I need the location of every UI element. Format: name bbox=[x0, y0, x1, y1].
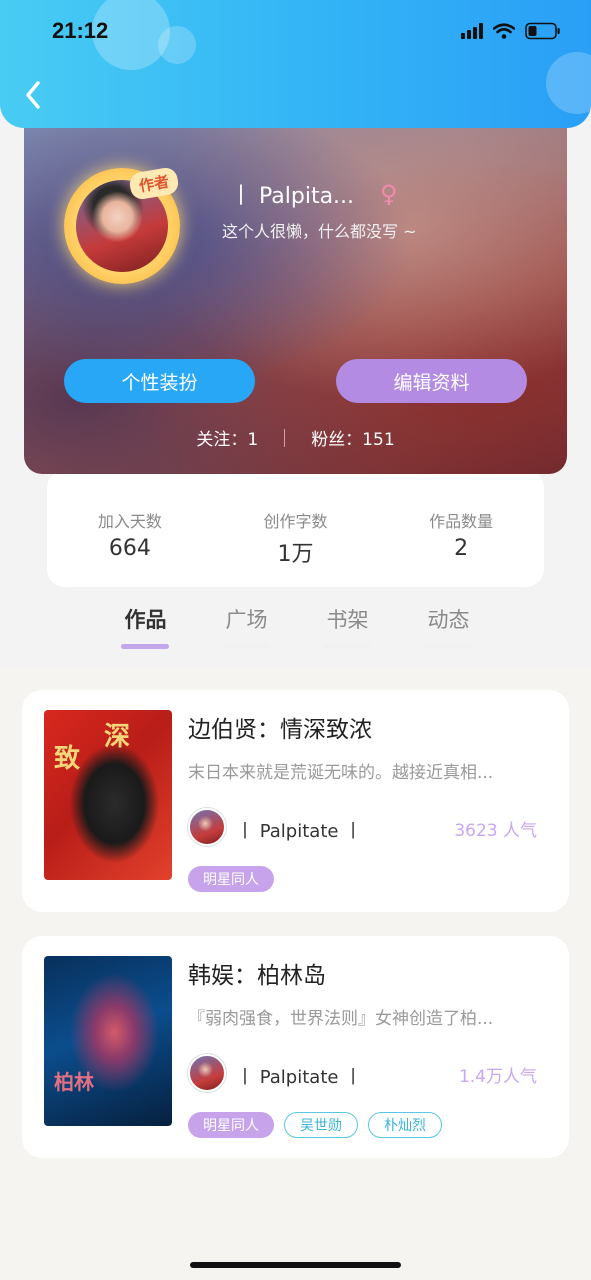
cellular-signal-icon bbox=[461, 23, 483, 39]
dress-up-button[interactable]: 个性装扮 bbox=[64, 359, 255, 403]
nickname: 丨 Palpita... ♀ bbox=[230, 178, 398, 210]
decorative-bubble bbox=[546, 52, 591, 114]
tag-character[interactable]: 吴世勋 bbox=[284, 1112, 358, 1138]
cover-art-decoration: 柏林 bbox=[54, 1070, 94, 1094]
popularity-count: 3623 人气 bbox=[454, 821, 537, 841]
stat-value: 1万 bbox=[277, 542, 314, 567]
tab-label: 作品 bbox=[124, 608, 167, 632]
author-avatar bbox=[188, 808, 226, 846]
work-card[interactable]: 柏林 韩娱：柏林岛 『弱肉强食，世界法则』女神创造了柏... 丨 Palpita… bbox=[22, 936, 569, 1158]
tab-works[interactable]: 作品 bbox=[95, 604, 196, 650]
following-count[interactable]: 关注：1 bbox=[196, 425, 258, 450]
cover-art-decoration: 深 bbox=[104, 722, 131, 752]
tab-indicator bbox=[222, 644, 270, 649]
tag-category[interactable]: 明星同人 bbox=[188, 866, 274, 892]
tab-activity[interactable]: 动态 bbox=[398, 604, 499, 650]
wifi-icon bbox=[493, 23, 515, 39]
stat-join-days: 加入天数 664 bbox=[47, 508, 213, 587]
work-title[interactable]: 边伯贤：情深致浓 bbox=[188, 710, 372, 744]
author-name: 丨 Palpitate 丨 bbox=[236, 821, 363, 842]
bio: 这个人很懒，什么都没写 ~ bbox=[222, 222, 417, 241]
tab-label: 书架 bbox=[326, 608, 369, 632]
status-time: 21:12 bbox=[52, 18, 109, 43]
stat-label: 作品数量 bbox=[429, 512, 494, 531]
follow-stats: 关注：1 粉丝：151 bbox=[24, 425, 567, 450]
divider bbox=[284, 428, 286, 447]
stats-panel: 加入天数 664 创作字数 1万 作品数量 2 bbox=[47, 470, 544, 587]
work-cover-image[interactable]: 柏林 bbox=[44, 956, 172, 1126]
battery-icon bbox=[525, 22, 561, 40]
chevron-left-icon bbox=[26, 81, 40, 109]
home-indicator[interactable] bbox=[190, 1262, 401, 1268]
tag-list: 明星同人 吴世勋 朴灿烈 bbox=[188, 1112, 442, 1138]
tag-list: 明星同人 bbox=[188, 866, 274, 892]
author-badge: 作者 bbox=[128, 166, 180, 201]
work-card[interactable]: 致 深 边伯贤：情深致浓 末日本来就是荒诞无味的。越接近真相... 丨 Palp… bbox=[22, 690, 569, 912]
tab-label: 广场 bbox=[225, 608, 268, 632]
stat-value: 664 bbox=[108, 536, 151, 561]
tab-indicator bbox=[121, 644, 169, 649]
stat-works-count: 作品数量 2 bbox=[378, 508, 544, 587]
author-name: 丨 Palpitate 丨 bbox=[236, 1067, 363, 1088]
avatar[interactable]: 作者 bbox=[64, 166, 180, 284]
tab-bookshelf[interactable]: 书架 bbox=[297, 604, 398, 650]
cover-art-decoration: 致 bbox=[54, 744, 81, 774]
tab-plaza[interactable]: 广场 bbox=[196, 604, 297, 650]
tab-indicator bbox=[424, 644, 472, 649]
stat-word-count: 创作字数 1万 bbox=[213, 508, 379, 587]
fans-count[interactable]: 粉丝：151 bbox=[311, 425, 394, 450]
tab-bar: 作品 广场 书架 动态 bbox=[95, 604, 499, 650]
author-avatar bbox=[188, 1054, 226, 1092]
stat-label: 加入天数 bbox=[97, 512, 162, 531]
tab-indicator bbox=[323, 644, 371, 649]
stat-label: 创作字数 bbox=[263, 512, 328, 531]
decorative-bubble bbox=[158, 26, 196, 64]
header: 21:12 bbox=[0, 0, 591, 128]
nickname-text: 丨 Palpita... bbox=[230, 184, 355, 209]
tag-category[interactable]: 明星同人 bbox=[188, 1112, 274, 1138]
edit-profile-button[interactable]: 编辑资料 bbox=[336, 359, 527, 403]
work-description: 末日本来就是荒诞无味的。越接近真相... bbox=[188, 763, 494, 783]
tag-character[interactable]: 朴灿烈 bbox=[368, 1112, 442, 1138]
female-icon: ♀ bbox=[380, 180, 398, 208]
status-icons bbox=[461, 22, 561, 40]
work-cover-image[interactable]: 致 深 bbox=[44, 710, 172, 880]
popularity-count: 1.4万人气 bbox=[458, 1067, 537, 1087]
work-title[interactable]: 韩娱：柏林岛 bbox=[188, 956, 326, 990]
back-button[interactable] bbox=[18, 78, 48, 112]
work-description: 『弱肉强食，世界法则』女神创造了柏... bbox=[188, 1009, 494, 1029]
profile-card: 作者 丨 Palpita... ♀ 这个人很懒，什么都没写 ~ 个性装扮 编辑资… bbox=[24, 98, 567, 474]
stat-value: 2 bbox=[454, 536, 469, 561]
tab-label: 动态 bbox=[427, 608, 470, 632]
